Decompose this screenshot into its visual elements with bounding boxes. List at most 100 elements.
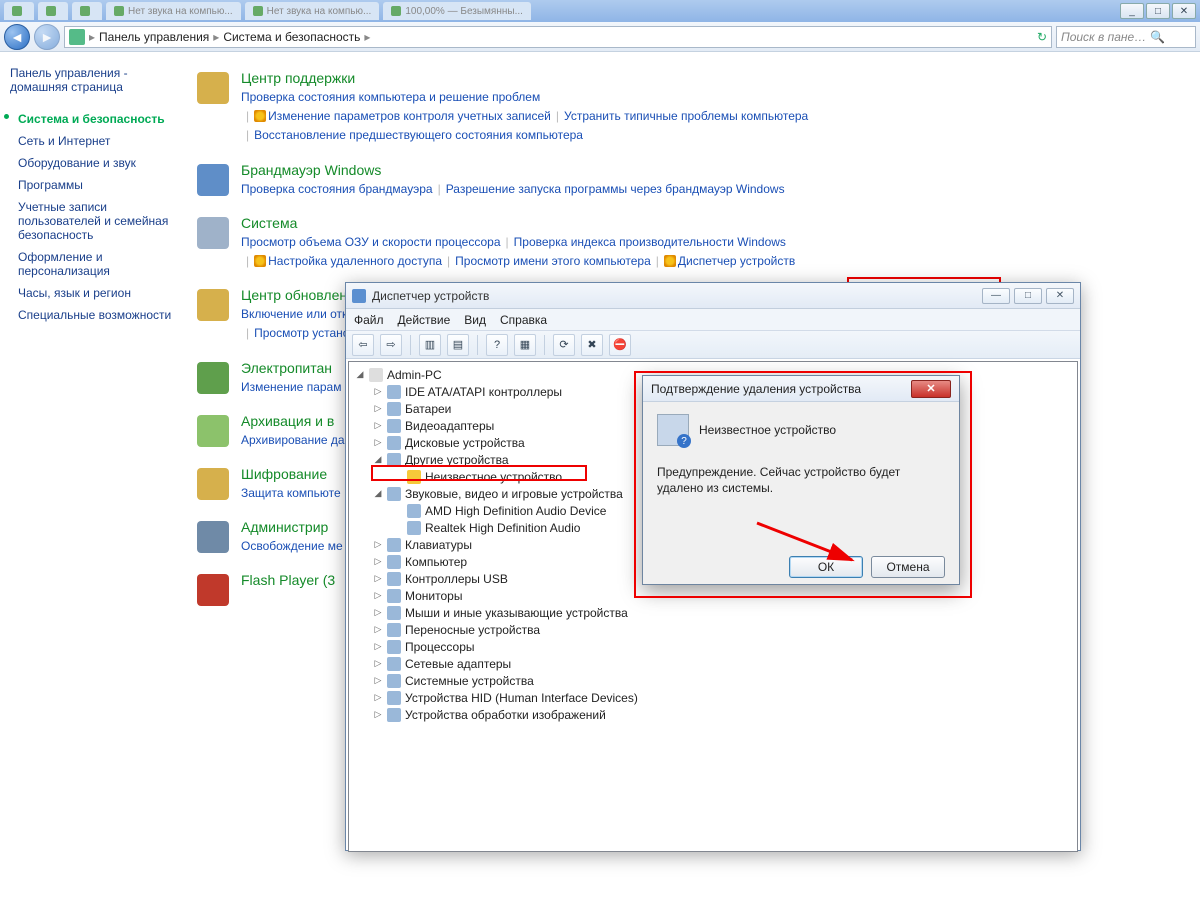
browser-tab[interactable] xyxy=(38,2,68,20)
category-title[interactable]: Брандмауэр Windows xyxy=(241,162,1190,178)
device-icon xyxy=(387,674,401,688)
category-link[interactable]: Изменение парам xyxy=(241,380,341,394)
expand-icon[interactable]: ▷ xyxy=(373,437,383,448)
category-link[interactable]: Настройка удаленного доступа xyxy=(268,254,442,268)
minimize-button[interactable]: _ xyxy=(1120,3,1144,19)
category-link[interactable]: Архивирование да xyxy=(241,433,345,447)
menu-view[interactable]: Вид xyxy=(464,313,486,327)
tb-help-icon[interactable]: ? xyxy=(486,334,508,356)
expand-icon[interactable]: ▷ xyxy=(373,556,383,567)
expand-icon[interactable]: ▷ xyxy=(373,386,383,397)
category-link[interactable]: Защита компьюте xyxy=(241,486,341,500)
category-link[interactable]: Восстановление предшествующего состояния… xyxy=(254,128,583,142)
sidebar-item[interactable]: Оборудование и звук xyxy=(10,152,187,174)
tree-label: Мониторы xyxy=(405,589,462,603)
tree-item[interactable]: ▷Сетевые адаптеры xyxy=(351,655,1075,672)
category-link[interactable]: Проверка состояния компьютера и решение … xyxy=(241,90,540,104)
maximize-button[interactable]: □ xyxy=(1146,3,1170,19)
sidebar-home-link[interactable]: Панель управления - домашняя страница xyxy=(10,66,187,94)
sidebar-item[interactable]: Программы xyxy=(10,174,187,196)
search-input[interactable]: Поиск в пане… 🔍 xyxy=(1056,26,1196,48)
tb-scan-icon[interactable]: ▦ xyxy=(514,334,536,356)
browser-tab[interactable] xyxy=(72,2,102,20)
tb-forward-icon[interactable]: ⇨ xyxy=(380,334,402,356)
expand-icon[interactable]: ▷ xyxy=(373,403,383,414)
menu-action[interactable]: Действие xyxy=(398,313,451,327)
dm-titlebar[interactable]: Диспетчер устройств — □ ✕ xyxy=(346,283,1080,309)
category-link[interactable]: Диспетчер устройств xyxy=(678,254,795,268)
sidebar-item[interactable]: Часы, язык и регион xyxy=(10,282,187,304)
expand-icon[interactable]: ▷ xyxy=(373,675,383,686)
tb-disable-icon[interactable]: ⛔ xyxy=(609,334,631,356)
favicon xyxy=(253,6,263,16)
link-divider: | xyxy=(506,235,509,249)
tb-uninstall-icon[interactable]: ✖ xyxy=(581,334,603,356)
expand-icon[interactable]: ◢ xyxy=(355,369,365,380)
expand-icon[interactable]: ▷ xyxy=(373,709,383,720)
category-link[interactable]: Освобождение ме xyxy=(241,539,343,553)
category-title[interactable]: Центр поддержки xyxy=(241,70,1190,86)
category-link[interactable]: Просмотр объема ОЗУ и скорости процессор… xyxy=(241,235,501,249)
refresh-icon[interactable]: ↻ xyxy=(1037,30,1047,44)
unknown-device-icon xyxy=(657,414,689,446)
category-link[interactable]: Разрешение запуска программы через бранд… xyxy=(446,182,785,196)
breadcrumb-item[interactable]: Система и безопасность xyxy=(223,30,360,44)
device-icon xyxy=(387,419,401,433)
category-title[interactable]: Система xyxy=(241,215,1190,231)
dm-close-button[interactable]: ✕ xyxy=(1046,288,1074,304)
nav-back-button[interactable]: ◄ xyxy=(4,24,30,50)
category-link[interactable]: Устранить типичные проблемы компьютера xyxy=(564,109,808,123)
category-link[interactable]: Просмотр имени этого компьютера xyxy=(455,254,651,268)
expand-icon[interactable]: ◢ xyxy=(373,454,383,465)
browser-tab[interactable]: Нет звука на компью... xyxy=(245,2,380,20)
tree-item[interactable]: ▷Мыши и иные указывающие устройства xyxy=(351,604,1075,621)
category-link[interactable]: Проверка состояния брандмауэра xyxy=(241,182,433,196)
tree-item[interactable]: ▷Системные устройства xyxy=(351,672,1075,689)
category-link[interactable]: Изменение параметров контроля учетных за… xyxy=(268,109,551,123)
sidebar-item[interactable]: Специальные возможности xyxy=(10,304,187,326)
tree-item[interactable]: ▷Переносные устройства xyxy=(351,621,1075,638)
expand-icon[interactable]: ▷ xyxy=(373,539,383,550)
browser-tab[interactable]: 100,00% — Безымянны... xyxy=(383,2,531,20)
category-link[interactable]: Просмотр установ xyxy=(254,326,356,340)
tb-update-icon[interactable]: ⟳ xyxy=(553,334,575,356)
search-icon[interactable]: 🔍 xyxy=(1150,30,1165,44)
expand-icon[interactable]: ▷ xyxy=(373,624,383,635)
dm-maximize-button[interactable]: □ xyxy=(1014,288,1042,304)
dialog-close-button[interactable]: ✕ xyxy=(911,380,951,398)
device-icon xyxy=(387,487,401,501)
expand-icon[interactable]: ▷ xyxy=(373,658,383,669)
browser-tab[interactable]: Нет звука на компью... xyxy=(106,2,241,20)
tb-back-icon[interactable]: ⇦ xyxy=(352,334,374,356)
expand-icon[interactable]: ▷ xyxy=(373,420,383,431)
dm-minimize-button[interactable]: — xyxy=(982,288,1010,304)
category-link[interactable]: Проверка индекса производительности Wind… xyxy=(514,235,786,249)
tree-item[interactable]: ▷ Мониторы xyxy=(351,587,1075,604)
breadcrumb-item[interactable]: Панель управления xyxy=(99,30,209,44)
sidebar-item[interactable]: Учетные записи пользователей и семейная … xyxy=(10,196,187,246)
sidebar-item[interactable]: Оформление и персонализация xyxy=(10,246,187,282)
menu-file[interactable]: Файл xyxy=(354,313,384,327)
sidebar-item[interactable]: Система и безопасность xyxy=(10,108,187,130)
expand-icon[interactable]: ◢ xyxy=(373,488,383,499)
menu-help[interactable]: Справка xyxy=(500,313,547,327)
expand-icon[interactable]: ▷ xyxy=(373,641,383,652)
tb-properties-icon[interactable]: ▤ xyxy=(447,334,469,356)
device-icon xyxy=(387,691,401,705)
browser-tab[interactable] xyxy=(4,2,34,20)
cancel-button[interactable]: Отмена xyxy=(871,556,945,578)
tree-item[interactable]: ▷Устройства обработки изображений xyxy=(351,706,1075,723)
dialog-titlebar[interactable]: Подтверждение удаления устройства ✕ xyxy=(643,376,959,402)
tb-show-hidden-icon[interactable]: ▥ xyxy=(419,334,441,356)
tree-item[interactable]: ▷Устройства HID (Human Interface Devices… xyxy=(351,689,1075,706)
ok-button[interactable]: ОК xyxy=(789,556,863,578)
nav-forward-button[interactable]: ► xyxy=(34,24,60,50)
breadcrumb[interactable]: ▸ Панель управления ▸ Система и безопасн… xyxy=(64,26,1052,48)
expand-icon[interactable]: ▷ xyxy=(373,692,383,703)
expand-icon[interactable]: ▷ xyxy=(373,573,383,584)
close-button[interactable]: ✕ xyxy=(1172,3,1196,19)
sidebar-item[interactable]: Сеть и Интернет xyxy=(10,130,187,152)
expand-icon[interactable]: ▷ xyxy=(373,607,383,618)
tree-item[interactable]: ▷Процессоры xyxy=(351,638,1075,655)
expand-icon[interactable]: ▷ xyxy=(373,590,383,601)
